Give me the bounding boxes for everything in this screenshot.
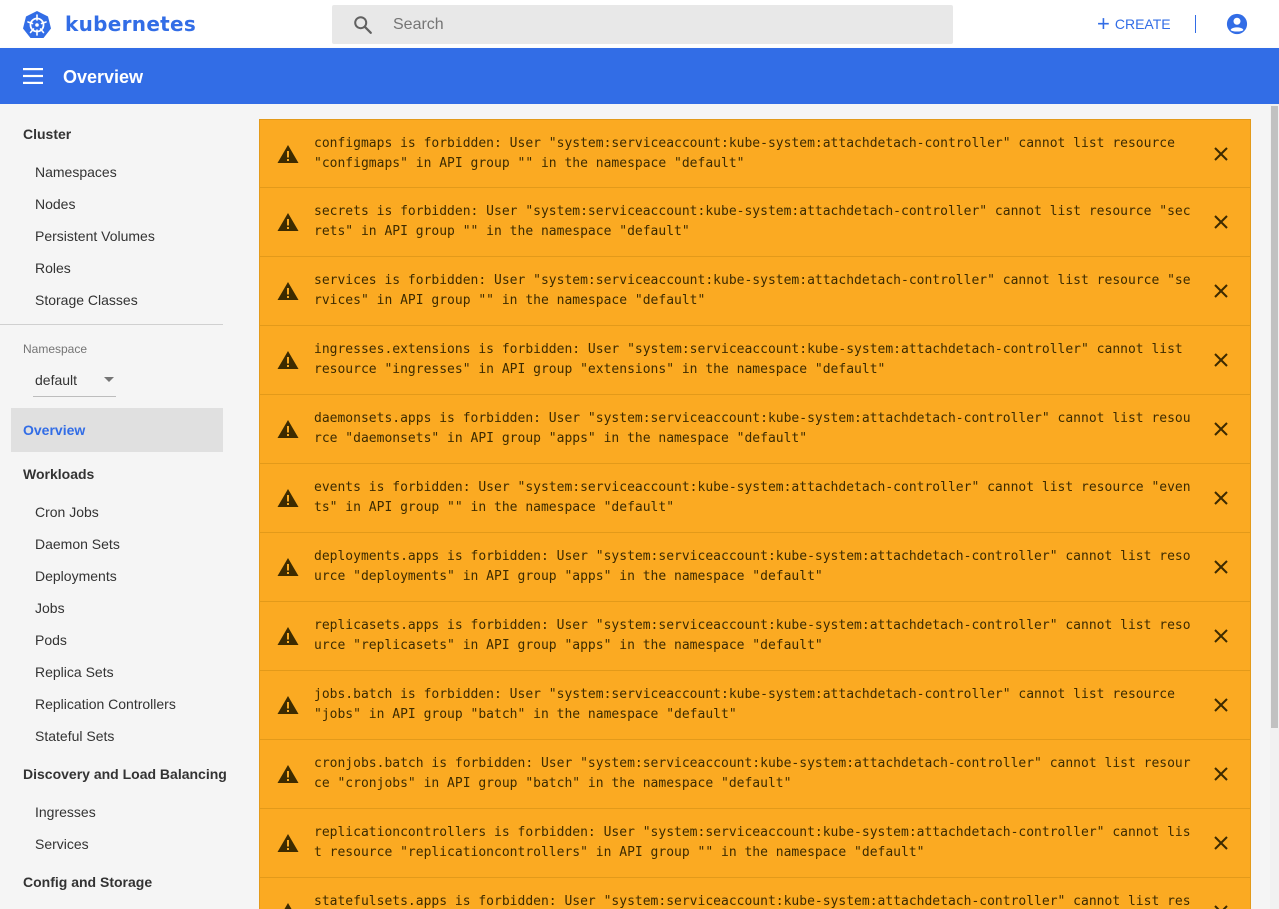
close-icon[interactable]: [1213, 628, 1229, 644]
search-input[interactable]: [393, 5, 933, 44]
vertical-scrollbar[interactable]: [1270, 104, 1279, 909]
alert-item: daemonsets.apps is forbidden: User "syst…: [259, 395, 1251, 464]
sidebar: Cluster Namespaces Nodes Persistent Volu…: [0, 104, 240, 909]
sidebar-item-deployments[interactable]: Deployments: [35, 568, 117, 584]
close-icon[interactable]: [1213, 146, 1229, 162]
top-toolbar: kubernetes + CREATE: [0, 0, 1279, 48]
warning-icon: [277, 351, 299, 369]
create-button[interactable]: + CREATE: [1097, 12, 1171, 36]
warning-icon: [277, 282, 299, 300]
sidebar-item-overview[interactable]: Overview: [11, 408, 223, 452]
alert-message: deployments.apps is forbidden: User "sys…: [314, 549, 1191, 584]
alert-item: cronjobs.batch is forbidden: User "syste…: [259, 740, 1251, 809]
toolbar-divider: [1195, 15, 1196, 33]
close-icon[interactable]: [1213, 283, 1229, 299]
alert-list: configmaps is forbidden: User "system:se…: [259, 119, 1251, 909]
hamburger-menu-icon[interactable]: [23, 68, 43, 84]
alert-item: statefulsets.apps is forbidden: User "sy…: [259, 878, 1251, 909]
warning-icon: [277, 834, 299, 852]
sidebar-item-overview-label: Overview: [23, 422, 86, 438]
alert-message: jobs.batch is forbidden: User "system:se…: [314, 687, 1175, 722]
close-icon[interactable]: [1213, 697, 1229, 713]
sidebar-section-discovery[interactable]: Discovery and Load Balancing: [23, 766, 227, 782]
sidebar-item-storage-classes[interactable]: Storage Classes: [35, 292, 138, 308]
sidebar-divider: [0, 324, 223, 325]
warning-icon: [277, 145, 299, 163]
sidebar-item-persistent-volumes[interactable]: Persistent Volumes: [35, 228, 155, 244]
close-icon[interactable]: [1213, 559, 1229, 575]
sidebar-item-jobs[interactable]: Jobs: [35, 600, 65, 616]
main-content: configmaps is forbidden: User "system:se…: [240, 104, 1270, 909]
alert-item: events is forbidden: User "system:servic…: [259, 464, 1251, 533]
warning-icon: [277, 213, 299, 231]
sidebar-item-roles[interactable]: Roles: [35, 260, 71, 276]
warning-icon: [277, 627, 299, 645]
alert-item: deployments.apps is forbidden: User "sys…: [259, 533, 1251, 602]
sidebar-section-workloads[interactable]: Workloads: [23, 466, 94, 482]
close-icon[interactable]: [1213, 904, 1229, 909]
sidebar-item-replica-sets[interactable]: Replica Sets: [35, 664, 114, 680]
search-icon: [354, 16, 372, 34]
warning-icon: [277, 765, 299, 783]
scrollbar-thumb[interactable]: [1271, 106, 1278, 728]
close-icon[interactable]: [1213, 766, 1229, 782]
sidebar-item-pods[interactable]: Pods: [35, 632, 67, 648]
sidebar-item-services[interactable]: Services: [35, 836, 89, 852]
page-header: Overview: [0, 48, 1279, 104]
warning-icon: [277, 696, 299, 714]
sidebar-item-cron-jobs[interactable]: Cron Jobs: [35, 504, 99, 520]
alert-message: cronjobs.batch is forbidden: User "syste…: [314, 756, 1191, 791]
page-title: Overview: [63, 67, 144, 87]
plus-icon: +: [1097, 11, 1110, 36]
alert-item: replicasets.apps is forbidden: User "sys…: [259, 602, 1251, 671]
alert-message: daemonsets.apps is forbidden: User "syst…: [314, 411, 1191, 446]
close-icon[interactable]: [1213, 352, 1229, 368]
account-circle-icon[interactable]: [1226, 13, 1248, 35]
brand-name[interactable]: kubernetes: [65, 12, 196, 36]
alert-item: secrets is forbidden: User "system:servi…: [259, 188, 1251, 257]
alert-item: configmaps is forbidden: User "system:se…: [259, 119, 1251, 188]
namespace-value: default: [35, 372, 78, 388]
alert-message: replicasets.apps is forbidden: User "sys…: [314, 618, 1191, 653]
alert-item: replicationcontrollers is forbidden: Use…: [259, 809, 1251, 878]
sidebar-item-daemon-sets[interactable]: Daemon Sets: [35, 536, 120, 552]
close-icon[interactable]: [1213, 214, 1229, 230]
alert-message: statefulsets.apps is forbidden: User "sy…: [314, 894, 1191, 909]
alert-message: events is forbidden: User "system:servic…: [314, 480, 1191, 515]
sidebar-section-config-storage[interactable]: Config and Storage: [23, 874, 152, 890]
kubernetes-logo-icon[interactable]: [22, 10, 52, 40]
alert-item: services is forbidden: User "system:serv…: [259, 257, 1251, 326]
warning-icon: [277, 489, 299, 507]
sidebar-item-stateful-sets[interactable]: Stateful Sets: [35, 728, 114, 744]
sidebar-item-ingresses[interactable]: Ingresses: [35, 804, 96, 820]
warning-icon: [277, 420, 299, 438]
alert-message: ingresses.extensions is forbidden: User …: [314, 342, 1183, 377]
warning-icon: [284, 903, 292, 909]
alert-message: replicationcontrollers is forbidden: Use…: [314, 825, 1191, 860]
warning-icon: [277, 558, 299, 576]
create-button-label: CREATE: [1114, 16, 1171, 32]
alert-item: jobs.batch is forbidden: User "system:se…: [259, 671, 1251, 740]
sidebar-item-nodes[interactable]: Nodes: [35, 196, 75, 212]
namespace-select[interactable]: default: [33, 366, 116, 397]
sidebar-section-cluster[interactable]: Cluster: [23, 126, 71, 142]
close-icon[interactable]: [1213, 490, 1229, 506]
sidebar-item-replication-controllers[interactable]: Replication Controllers: [35, 696, 176, 712]
alert-message: configmaps is forbidden: User "system:se…: [314, 136, 1175, 171]
close-icon[interactable]: [1213, 835, 1229, 851]
alert-message: secrets is forbidden: User "system:servi…: [314, 204, 1191, 239]
alert-item: ingresses.extensions is forbidden: User …: [259, 326, 1251, 395]
alert-message: services is forbidden: User "system:serv…: [314, 273, 1191, 308]
namespace-label: Namespace: [23, 342, 88, 356]
sidebar-item-namespaces[interactable]: Namespaces: [35, 164, 117, 180]
search-bar[interactable]: [332, 5, 953, 44]
chevron-down-icon: [104, 377, 114, 382]
close-icon[interactable]: [1213, 421, 1229, 437]
